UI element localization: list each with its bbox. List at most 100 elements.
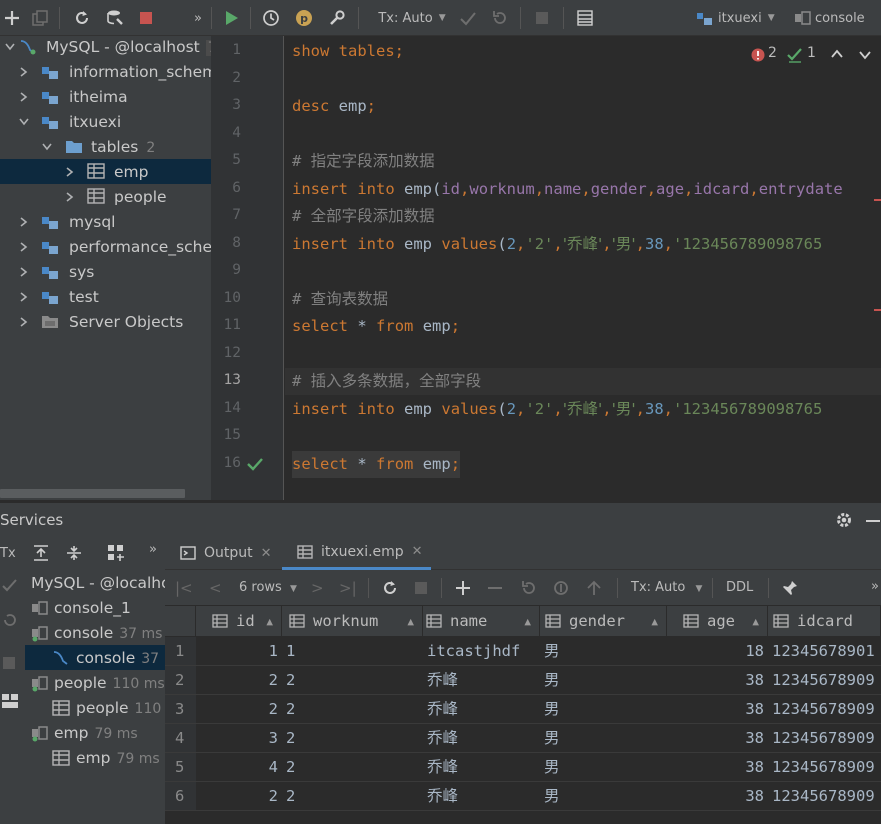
tree-schema-test[interactable]: test [0, 284, 211, 309]
expand-all-icon[interactable] [32, 544, 50, 562]
settings-button[interactable] [325, 6, 349, 30]
table-row[interactable]: 2 2 2 乔峰男 38 12345678909 [165, 666, 881, 695]
cell-age[interactable]: 38 [667, 753, 768, 781]
duplicate-button[interactable] [28, 6, 52, 30]
tree-schema-itheima[interactable]: itheima [0, 84, 211, 109]
table-row[interactable]: 6 2 2 乔峰男 38 12345678909 [165, 782, 881, 811]
cell-worknum[interactable]: 2 [282, 695, 423, 723]
tree-schema-information-schema[interactable]: information_schema [0, 59, 211, 84]
output-view-button[interactable] [573, 6, 597, 30]
explain-plan-button[interactable]: p [292, 6, 316, 30]
chevron-down-icon[interactable] [859, 50, 871, 60]
sort-icon[interactable]: ▲ [651, 615, 658, 628]
commit-button[interactable] [456, 6, 480, 30]
cell-idcard[interactable]: 12345678909 [768, 695, 881, 723]
cell-gender[interactable]: 男 [540, 666, 667, 694]
table-row[interactable]: 1 1 1 itcastjhdf 男 18 12345678901 [165, 637, 881, 666]
tx-mode-dropdown[interactable]: Tx: Auto ▼ [631, 580, 702, 595]
table-row[interactable]: 4 3 2 乔峰男 38 12345678909 [165, 724, 881, 753]
cell-worknum[interactable]: 1 [282, 637, 423, 665]
cell-gender[interactable]: 男 [540, 695, 667, 723]
more-chevron-icon[interactable]: » [149, 542, 157, 557]
inspection-widget[interactable]: 2 1 [751, 44, 881, 66]
table-row[interactable]: 5 4 2 乔峰男 38 12345678909 [165, 753, 881, 782]
tree-table-emp[interactable]: emp [0, 159, 211, 184]
cell-name[interactable]: 乔峰 [423, 724, 540, 752]
cell-worknum[interactable]: 2 [282, 753, 423, 781]
tab-itxuexi-emp[interactable]: itxuexi.emp ✕ [282, 536, 431, 570]
cell-idcard[interactable]: 12345678909 [768, 666, 881, 694]
cell-name[interactable]: 乔峰 [423, 753, 540, 781]
revert-icon[interactable] [520, 579, 538, 597]
add-datasource-button[interactable] [0, 6, 24, 30]
preview-icon[interactable] [552, 579, 570, 597]
cell-age[interactable]: 38 [667, 666, 768, 694]
column-header-age[interactable]: age ▲ [667, 606, 768, 636]
service-emp[interactable]: emp 79 ms [25, 720, 165, 745]
cell-worknum[interactable]: 2 [282, 724, 423, 752]
prev-page-icon[interactable]: < [209, 579, 222, 597]
layout-icon[interactable] [1, 693, 19, 709]
add-row-icon[interactable] [454, 579, 472, 597]
cell-id[interactable]: 2 [196, 695, 282, 723]
undo-icon[interactable] [2, 612, 18, 628]
history-button[interactable] [259, 6, 283, 30]
cell-id[interactable]: 1 [196, 637, 282, 665]
column-header-name[interactable]: name ▲ [423, 606, 540, 636]
service-console[interactable]: console 37 ms [25, 620, 165, 645]
cell-id[interactable]: 2 [196, 782, 282, 810]
service-emp-table[interactable]: emp 79 ms [25, 745, 165, 770]
stop-icon[interactable] [2, 656, 16, 670]
cell-id[interactable]: 3 [196, 724, 282, 752]
cell-gender[interactable]: 男 [540, 724, 667, 752]
sql-editor[interactable]: 1 2 3 4 5 6 7 8 9 10 11 12 13 14 15 16 s… [211, 36, 881, 500]
execute-button[interactable] [219, 6, 243, 30]
toolbar-more-button[interactable]: » [188, 6, 208, 30]
pin-icon[interactable] [781, 579, 799, 597]
service-people[interactable]: people 110 ms [25, 670, 165, 695]
refresh-button[interactable] [70, 6, 94, 30]
chevron-up-icon[interactable] [831, 49, 843, 59]
tree-server-objects[interactable]: Server Objects [0, 309, 211, 334]
close-icon[interactable]: ✕ [412, 544, 423, 559]
cell-age[interactable]: 38 [667, 724, 768, 752]
cell-age[interactable]: 38 [667, 695, 768, 723]
cell-idcard[interactable]: 12345678901 [768, 637, 881, 665]
cell-age[interactable]: 18 [667, 637, 768, 665]
tree-root-datasource[interactable]: MySQL - @localhost7 [0, 36, 211, 59]
service-datasource[interactable]: MySQL - @localhost [25, 570, 165, 595]
group-icon[interactable] [107, 544, 125, 562]
cell-idcard[interactable]: 12345678909 [768, 782, 881, 810]
cell-name[interactable]: 乔峰 [423, 782, 540, 810]
collapse-all-icon[interactable] [65, 544, 83, 562]
first-page-icon[interactable]: |< [175, 579, 193, 597]
sort-icon[interactable]: ▲ [266, 615, 273, 628]
stop-button[interactable] [134, 6, 158, 30]
service-console-session[interactable]: console 37 [25, 645, 165, 670]
cell-gender[interactable]: 男 [540, 782, 667, 810]
service-people-table[interactable]: people 110 [25, 695, 165, 720]
tree-schema-performance-schema[interactable]: performance_schema [0, 234, 211, 259]
sort-icon[interactable]: ▲ [752, 615, 759, 628]
last-page-icon[interactable]: >| [339, 579, 357, 597]
refresh-icon[interactable] [381, 579, 399, 597]
check-icon[interactable] [2, 579, 18, 593]
sort-icon[interactable]: ▲ [524, 615, 531, 628]
tree-schema-itxuexi[interactable]: itxuexi [0, 109, 211, 134]
tree-tables-folder[interactable]: tables 2 [0, 134, 211, 159]
cell-id[interactable]: 2 [196, 666, 282, 694]
column-header-worknum[interactable]: worknum ▲ [282, 606, 423, 636]
tree-schema-mysql[interactable]: mysql [0, 209, 211, 234]
tab-output[interactable]: Output ✕ [180, 536, 272, 570]
table-row[interactable]: 3 2 2 乔峰男 38 12345678909 [165, 695, 881, 724]
cell-gender[interactable]: 男 [540, 753, 667, 781]
service-console-1[interactable]: console_1 [25, 595, 165, 620]
column-header-id[interactable]: id ▲ [196, 606, 282, 636]
cell-name[interactable]: itcastjhdf [423, 637, 540, 665]
cell-id[interactable]: 4 [196, 753, 282, 781]
cell-idcard[interactable]: 12345678909 [768, 753, 881, 781]
stop-icon[interactable] [414, 581, 428, 595]
rollback-button[interactable] [488, 6, 512, 30]
gear-icon[interactable] [835, 511, 853, 529]
column-header-gender[interactable]: gender ▲ [540, 606, 667, 636]
